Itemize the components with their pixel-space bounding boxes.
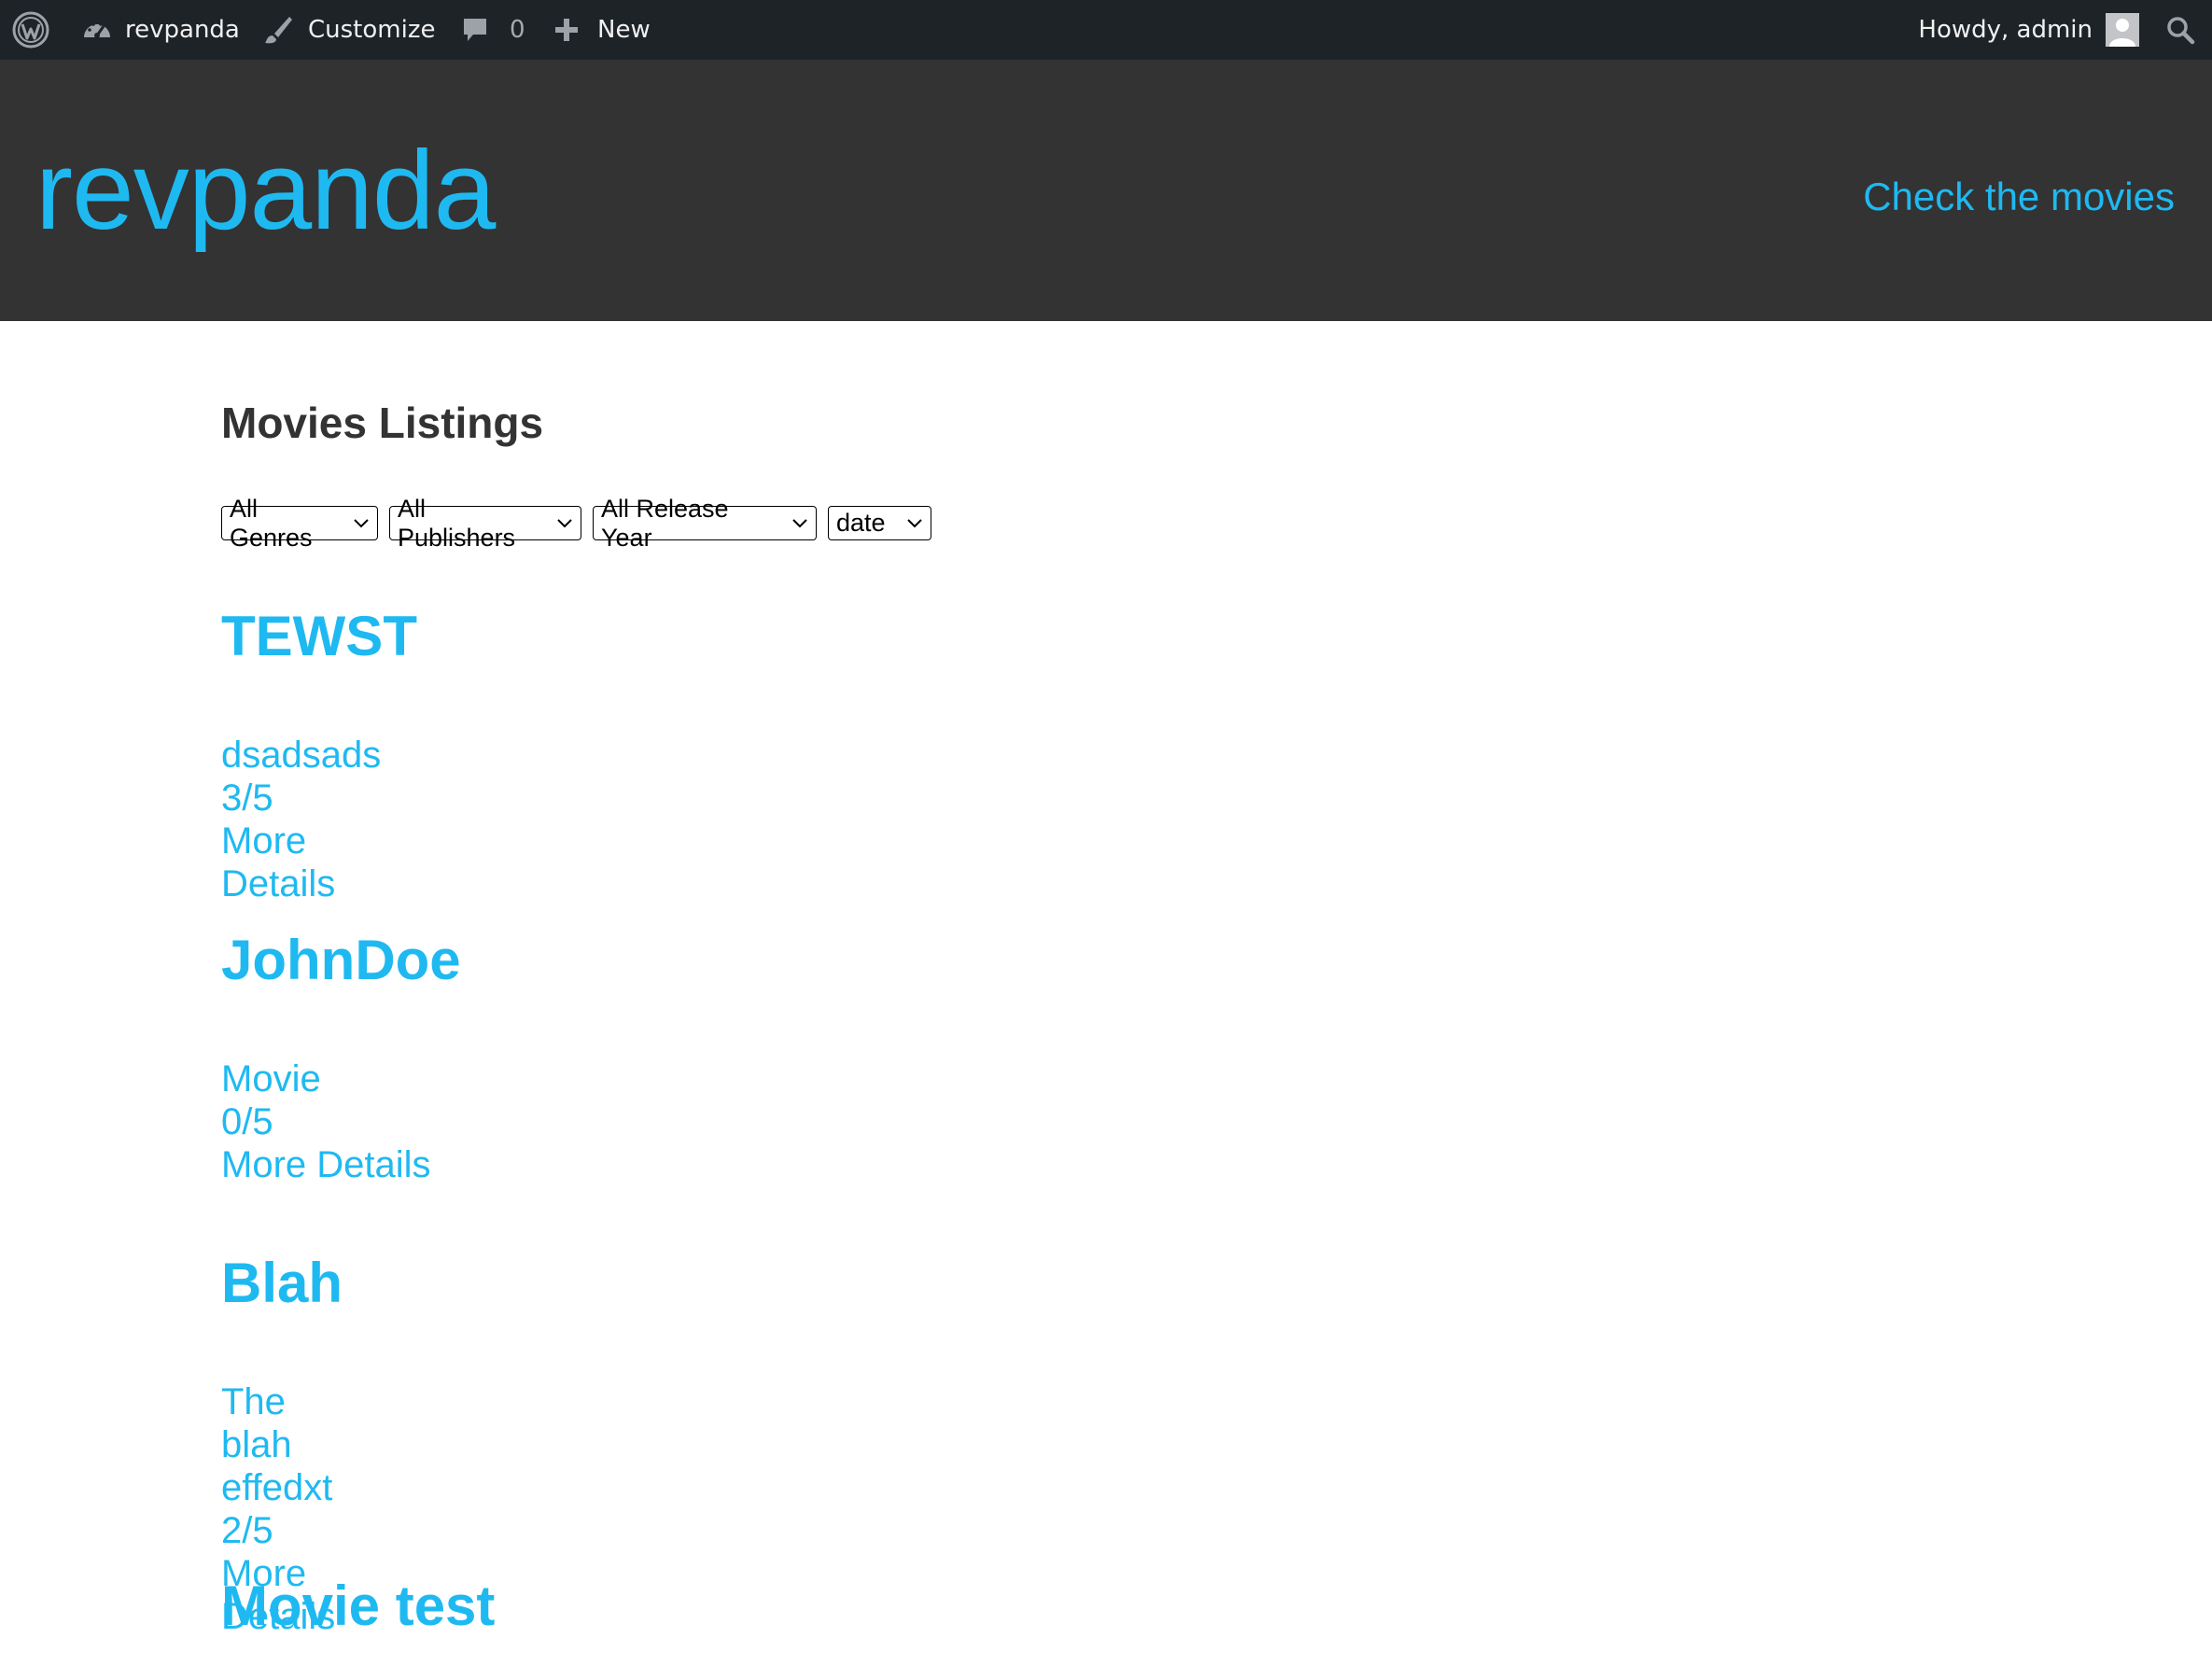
movie-item: JohnDoe Movie 0/5 More Details [221,932,461,1186]
site-header: revpanda Check the movies [0,60,2212,321]
movie-description: Movie [221,1058,321,1099]
release-year-filter-select[interactable]: All Release Year [593,495,817,552]
admin-bar: revpanda Customize 0 New Howdy, admin [0,0,2212,60]
movie-description: The blah effedxt [221,1381,333,1508]
chevron-down-icon [556,518,573,529]
check-movies-link[interactable]: Check the movies [1863,177,2175,217]
plus-icon [553,16,581,44]
publisher-filter-value: All Publishers [398,494,516,552]
movie-rating: 3/5 [221,777,273,819]
howdy-label: Howdy, admin [1918,16,2093,44]
search-icon[interactable] [2165,15,2195,45]
movie-meta: dsadsads 3/5 More Details [221,734,417,905]
page-title: Movies Listings [221,399,544,447]
customize-label: Customize [308,16,436,44]
movie-item: Movie test [221,1578,495,1634]
wordpress-logo-icon[interactable] [12,11,49,49]
customize-menu[interactable]: Customize [261,0,435,60]
site-title-link[interactable]: revpanda [35,134,496,246]
movie-description: dsadsads [221,735,382,776]
filter-bar: All Genres All Publishers All Release Ye… [221,495,931,552]
site-menu[interactable]: revpanda [80,0,240,60]
movie-title-link[interactable]: JohnDoe [221,932,461,988]
avatar [2106,13,2139,47]
movie-meta: Movie 0/5 More Details [221,1057,431,1186]
comments-count: 0 [510,16,525,44]
chevron-down-icon [906,518,923,529]
genre-filter-select[interactable]: All Genres [221,495,378,552]
dashboard-gauge-icon [80,13,114,47]
paintbrush-icon [261,13,295,47]
comment-bubble-icon [459,14,491,46]
movie-item: Blah The blah effedxt 2/5 More Details [221,1255,343,1638]
genre-filter-value: All Genres [230,494,313,552]
chevron-down-icon [353,518,370,529]
more-details-link[interactable]: More Details [221,1143,431,1186]
chevron-down-icon [791,518,808,529]
movie-title-link[interactable]: Blah [221,1255,343,1311]
movie-rating: 2/5 [221,1510,273,1551]
publisher-filter-select[interactable]: All Publishers [389,495,581,552]
movie-rating: 0/5 [221,1101,273,1142]
new-content-menu[interactable]: New [553,0,651,60]
movie-title-link[interactable]: TEWST [221,609,417,665]
sort-select[interactable]: date [828,506,931,540]
movie-item: TEWST dsadsads 3/5 More Details [221,609,417,905]
release-year-filter-value: All Release Year [601,494,729,552]
site-name-label: revpanda [125,16,240,44]
comments-menu[interactable]: 0 [459,0,525,60]
more-details-link[interactable]: More Details [221,819,417,905]
movie-title-link[interactable]: Movie test [221,1578,495,1634]
my-account-menu[interactable]: Howdy, admin [1918,0,2139,60]
new-label: New [597,16,651,44]
sort-value: date [836,509,886,537]
